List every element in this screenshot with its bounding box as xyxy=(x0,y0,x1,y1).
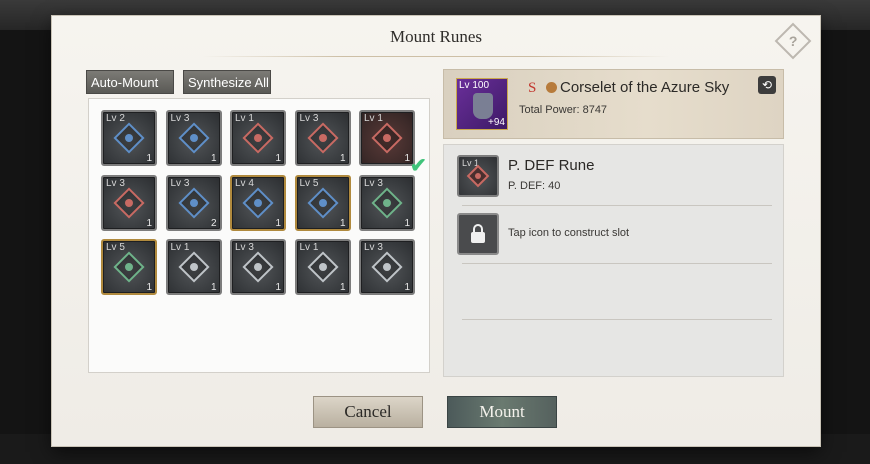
rune-quantity: 1 xyxy=(275,217,281,229)
rune-level: Lv 4 xyxy=(235,177,254,189)
rune-quantity: 1 xyxy=(146,217,152,229)
equipment-enhance: +94 xyxy=(488,117,505,128)
rune-level: Lv 3 xyxy=(299,113,319,124)
rune-slot[interactable]: Lv 1 1 xyxy=(230,110,286,166)
rune-slot[interactable]: Lv 5 1 xyxy=(294,174,351,231)
rune-level: Lv 3 xyxy=(364,177,383,189)
rune-slot[interactable]: Lv 2 1 xyxy=(101,110,157,166)
rune-quantity: 1 xyxy=(146,153,152,164)
rune-gem-icon xyxy=(371,122,403,154)
rune-quantity: 2 xyxy=(210,217,217,229)
rune-level: Lv 3 xyxy=(170,177,190,189)
rune-inventory-panel: Lv 2 1 Lv 3 1 Lv 1 1 Lv 3 1 Lv 1 1 Lv 3 1 Lv 3 2 Lv 41… xyxy=(88,98,430,373)
rune-gem-icon xyxy=(177,251,210,283)
rune-slot[interactable]: Lv 3 1 xyxy=(165,110,222,166)
rune-gem-icon xyxy=(113,251,145,283)
rune-gem-icon xyxy=(371,251,403,283)
rune-level: Lv 3 xyxy=(235,242,254,253)
auto-mount-button[interactable]: Auto-Mount xyxy=(86,70,174,94)
rune-slot-panel: Lv 1 P. DEF Rune P. DEF: 40 Tap icon to … xyxy=(443,144,784,377)
synthesize-all-button[interactable]: Synthesize All xyxy=(183,70,271,94)
rune-quantity: 1 xyxy=(275,282,281,293)
rune-gem-icon xyxy=(113,122,145,154)
rune-quantity: 1 xyxy=(404,217,410,229)
rune-slot[interactable]: Lv 3 1 xyxy=(294,110,351,166)
rune-gem-icon xyxy=(177,186,210,219)
rune-gem-icon xyxy=(242,122,274,154)
swap-equipment-icon[interactable]: ⟲ xyxy=(758,76,776,94)
rune-level: Lv 1 xyxy=(235,113,254,124)
locked-slot-hint: Tap icon to construct slot xyxy=(508,227,630,239)
slot-divider xyxy=(462,319,772,320)
mounted-rune-name: P. DEF Rune xyxy=(508,157,595,174)
armor-icon xyxy=(473,93,493,119)
rune-quantity: 1 xyxy=(275,153,281,164)
selected-check-icon: ✔ xyxy=(410,155,427,177)
rune-slot[interactable]: Lv 1 1 xyxy=(294,239,351,295)
rune-quantity: 1 xyxy=(210,282,217,293)
title-divider xyxy=(202,56,670,57)
rune-gem-icon xyxy=(113,186,145,219)
equipment-portrait[interactable]: Lv 100 +94 xyxy=(456,78,508,130)
rune-slot[interactable]: Lv 5 1 xyxy=(101,239,157,295)
rune-slot[interactable]: Lv 1 1 xyxy=(165,239,222,295)
rune-level: Lv 1 xyxy=(170,242,190,253)
rune-quantity: 1 xyxy=(210,153,217,164)
rune-slot[interactable]: Lv 3 1 xyxy=(230,239,286,295)
rune-level: Lv 3 xyxy=(106,177,125,189)
dialog-title: Mount Runes xyxy=(389,27,483,46)
rune-gem-icon xyxy=(306,122,339,154)
rune-gem-icon xyxy=(242,251,274,283)
rune-level: Lv 5 xyxy=(299,177,319,189)
mounted-rune-slot[interactable]: Lv 1 xyxy=(457,155,499,197)
slot-divider xyxy=(462,263,772,264)
rune-level: Lv 3 xyxy=(170,113,190,124)
rune-slot[interactable]: Lv 3 1 xyxy=(359,174,415,231)
rune-slot[interactable]: Lv 3 1 xyxy=(101,174,157,231)
rune-slot[interactable]: Lv 11 xyxy=(359,110,415,166)
slot-divider xyxy=(462,205,772,206)
rune-slot[interactable]: Lv 3 2 xyxy=(165,174,222,231)
rune-gem-icon xyxy=(306,251,339,283)
rune-gem-icon xyxy=(371,186,403,219)
equipment-header: Lv 100 +94 S Corselet of the Azure Sky T… xyxy=(443,69,784,139)
rune-gem-icon xyxy=(177,122,210,154)
equipment-level: Lv 100 xyxy=(459,80,490,91)
rune-quantity: 1 xyxy=(339,153,346,164)
grade-label: S xyxy=(528,80,537,96)
rune-gem-icon xyxy=(242,186,274,219)
mount-button[interactable]: Mount xyxy=(447,396,557,428)
rune-level: Lv 3 xyxy=(364,242,383,253)
rune-gem-icon xyxy=(306,186,339,219)
rune-quantity: 1 xyxy=(404,282,410,293)
mount-runes-dialog: Mount Runes ? Auto-Mount Synthesize All … xyxy=(52,16,820,446)
equipment-total-power: Total Power: 8747 xyxy=(519,104,608,116)
rune-level: Lv 2 xyxy=(106,113,125,124)
rune-quantity: 1 xyxy=(339,217,346,229)
mounted-rune-stat: P. DEF: 40 xyxy=(508,180,561,192)
rune-level: Lv 1 xyxy=(299,242,319,253)
medal-icon xyxy=(546,82,557,93)
cancel-button[interactable]: Cancel xyxy=(313,396,423,428)
lock-icon-body xyxy=(471,232,485,243)
rune-level: Lv 5 xyxy=(106,242,125,253)
locked-slot-button[interactable] xyxy=(457,213,499,255)
rune-slot[interactable]: Lv 3 1 xyxy=(359,239,415,295)
rune-level: Lv 1 xyxy=(364,113,383,124)
rune-quantity: 1 xyxy=(146,282,152,293)
rune-quantity: 1 xyxy=(339,282,346,293)
rune-gem-icon xyxy=(466,164,490,188)
rune-slot[interactable]: Lv 4 1 xyxy=(230,174,286,231)
equipment-name: Corselet of the Azure Sky xyxy=(560,79,730,96)
